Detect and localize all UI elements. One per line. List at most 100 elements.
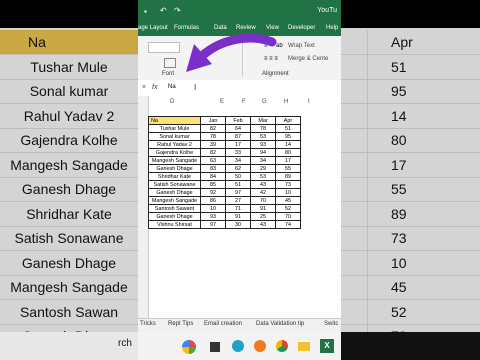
value-cell[interactable]: 63 xyxy=(200,156,226,165)
value-cell[interactable]: 51 xyxy=(275,124,301,133)
name-cell[interactable]: Ganesh Dhage xyxy=(148,212,201,221)
sheet-tab-email-creation[interactable]: Email creation xyxy=(204,321,242,327)
name-cell[interactable]: Tushar Mule xyxy=(148,124,201,133)
value-cell[interactable]: 53 xyxy=(250,172,276,181)
value-cell[interactable]: 78 xyxy=(200,132,226,141)
column-header[interactable]: G xyxy=(262,99,267,109)
redo-icon[interactable]: ↷ xyxy=(174,6,181,15)
column-header[interactable]: H xyxy=(284,99,288,109)
value-cell[interactable]: 70 xyxy=(275,212,301,221)
value-cell[interactable]: 10 xyxy=(200,204,226,213)
name-cell[interactable]: Rahul Yadav 2 xyxy=(148,140,201,149)
undo-icon[interactable]: ↶ xyxy=(160,6,167,15)
value-cell[interactable]: 97 xyxy=(225,188,251,197)
value-cell[interactable]: 97 xyxy=(200,220,226,229)
function-icon[interactable]: fx xyxy=(152,84,157,91)
merge-center-button[interactable]: Merge & Cente xyxy=(288,56,328,62)
name-cell[interactable]: Mangesh Sangade xyxy=(148,196,201,205)
value-cell[interactable]: 43 xyxy=(250,180,276,189)
value-cell[interactable]: 17 xyxy=(275,156,301,165)
save-icon[interactable]: ▪ xyxy=(144,7,147,16)
file-explorer-icon[interactable] xyxy=(298,342,310,351)
name-cell[interactable]: Gajendra Kolhe xyxy=(148,148,201,157)
value-cell[interactable]: Feb xyxy=(225,116,251,125)
value-cell[interactable]: 53 xyxy=(250,132,276,141)
column-header[interactable]: I xyxy=(308,99,310,109)
value-cell[interactable]: 80 xyxy=(275,148,301,157)
column-header[interactable]: D xyxy=(170,99,174,109)
value-cell[interactable]: 83 xyxy=(200,164,226,173)
value-cell[interactable]: 52 xyxy=(275,204,301,213)
value-cell[interactable]: 89 xyxy=(275,172,301,181)
value-cell[interactable]: 86 xyxy=(200,196,226,205)
sheet-tab-switch[interactable]: Switc xyxy=(324,321,338,327)
value-cell[interactable]: 92 xyxy=(200,188,226,197)
value-cell[interactable]: 50 xyxy=(225,172,251,181)
wrap-text-button[interactable]: Wrap Text xyxy=(288,43,315,49)
value-cell[interactable]: 45 xyxy=(275,196,301,205)
value-cell[interactable]: 14 xyxy=(275,140,301,149)
value-cell[interactable]: 42 xyxy=(250,188,276,197)
tab-developer[interactable]: Developer xyxy=(288,25,315,31)
value-cell[interactable]: 95 xyxy=(275,132,301,141)
value-cell[interactable]: 73 xyxy=(275,180,301,189)
name-cell[interactable]: Sonal kumar xyxy=(148,132,201,141)
sheet-tab-data-validation[interactable]: Data Validation tip xyxy=(256,321,304,327)
value-cell[interactable]: 43 xyxy=(250,220,276,229)
value-cell[interactable]: 51 xyxy=(225,180,251,189)
value-cell[interactable]: 27 xyxy=(225,196,251,205)
sheet-tab-tricks[interactable]: Tricks xyxy=(140,321,156,327)
value-cell[interactable]: 62 xyxy=(225,164,251,173)
value-cell[interactable]: 33 xyxy=(225,148,251,157)
value-cell[interactable]: 29 xyxy=(250,164,276,173)
sheet-tab-rept-tips[interactable]: Rept Tips xyxy=(168,321,193,327)
value-cell[interactable]: 93 xyxy=(200,212,226,221)
value-cell[interactable]: 82 xyxy=(200,124,226,133)
excel-icon[interactable]: X xyxy=(320,339,334,353)
value-cell[interactable]: 78 xyxy=(250,124,276,133)
value-cell[interactable]: 34 xyxy=(225,156,251,165)
cancel-icon[interactable]: × xyxy=(142,84,146,91)
value-cell[interactable]: 91 xyxy=(225,212,251,221)
value-cell[interactable]: 64 xyxy=(225,124,251,133)
tab-page-layout[interactable]: age Layout xyxy=(138,25,168,31)
name-cell[interactable]: Ganesh Dhage xyxy=(148,164,201,173)
name-cell[interactable]: Vishnu Shirsat xyxy=(148,220,201,229)
task-view-icon[interactable] xyxy=(210,342,220,352)
value-cell[interactable]: 84 xyxy=(200,172,226,181)
value-cell[interactable]: 87 xyxy=(225,132,251,141)
value-cell[interactable]: Apr xyxy=(275,116,301,125)
value-cell[interactable]: 91 xyxy=(250,204,276,213)
app-icon[interactable] xyxy=(182,340,196,354)
value-cell[interactable]: Jan xyxy=(200,116,226,125)
value-cell[interactable]: 30 xyxy=(225,220,251,229)
name-cell[interactable]: Santosh Sawant xyxy=(148,204,201,213)
column-header[interactable]: E xyxy=(220,99,224,109)
value-cell[interactable]: 94 xyxy=(250,148,276,157)
value-cell[interactable]: 74 xyxy=(275,220,301,229)
name-cell[interactable]: Mangesh Sangade xyxy=(148,156,201,165)
name-cell[interactable]: Na xyxy=(148,116,201,125)
formula-input[interactable]: Na xyxy=(168,84,176,90)
value-cell[interactable]: 34 xyxy=(250,156,276,165)
value-cell[interactable]: 10 xyxy=(275,188,301,197)
value-cell[interactable]: 82 xyxy=(200,148,226,157)
value-cell[interactable]: 71 xyxy=(225,204,251,213)
value-cell[interactable]: 93 xyxy=(250,140,276,149)
name-cell[interactable]: Ganesh Dhage xyxy=(148,188,201,197)
value-cell[interactable]: 55 xyxy=(275,164,301,173)
firefox-icon[interactable] xyxy=(254,340,266,352)
value-cell[interactable]: 70 xyxy=(250,196,276,205)
value-cell[interactable]: 39 xyxy=(200,140,226,149)
edge-icon[interactable] xyxy=(232,340,244,352)
name-cell[interactable]: Shridhar Kate xyxy=(148,172,201,181)
value-cell[interactable]: Mar xyxy=(250,116,276,125)
column-header[interactable]: F xyxy=(242,99,246,109)
value-cell[interactable]: 17 xyxy=(225,140,251,149)
tab-help[interactable]: Help xyxy=(326,25,338,31)
spreadsheet-grid[interactable]: DEFGHI Na Jan Feb Mar Apr Tushar Mule 82 64 78 51… xyxy=(138,96,341,318)
name-cell[interactable]: Satish Sonawane xyxy=(148,180,201,189)
value-cell[interactable]: 25 xyxy=(250,212,276,221)
chrome-icon[interactable] xyxy=(276,340,288,352)
value-cell[interactable]: 85 xyxy=(200,180,226,189)
